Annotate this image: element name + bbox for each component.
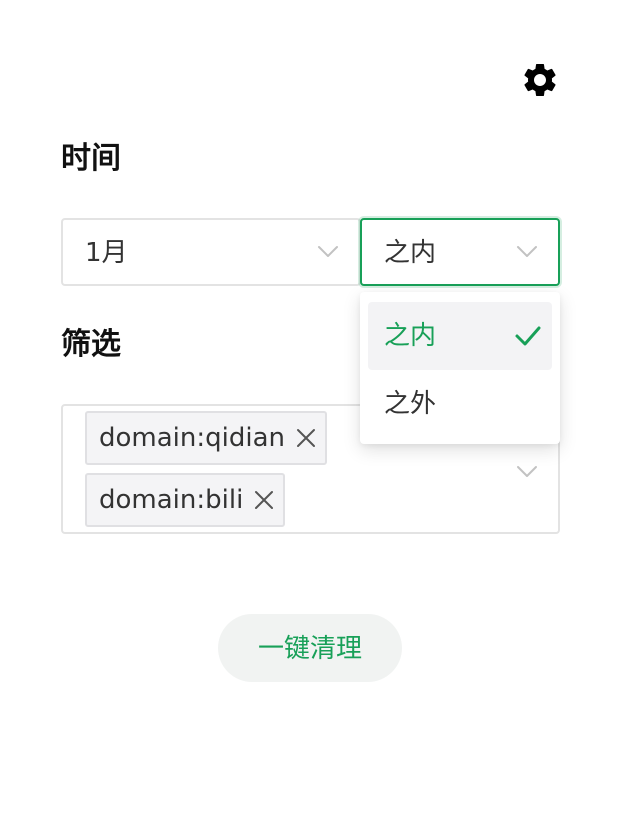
filter-tag-label: domain:qidian [99, 423, 285, 453]
gear-icon[interactable] [520, 60, 560, 100]
close-icon[interactable] [253, 489, 275, 511]
range-option-inside[interactable]: 之内 [368, 302, 552, 370]
check-icon [514, 324, 542, 348]
range-option-label: 之外 [384, 389, 437, 419]
filter-tag: domain:bili [85, 473, 286, 527]
settings-panel: 时间 1月 之内 筛选 domain:qidian domain:bili 之内… [0, 0, 620, 820]
range-select[interactable]: 之内 [360, 218, 560, 286]
range-option-outside[interactable]: 之外 [368, 370, 552, 438]
month-select-value: 1月 [85, 238, 128, 268]
range-dropdown-menu: 之内 之外 [360, 292, 560, 444]
filter-tag: domain:qidian [85, 411, 327, 465]
month-select[interactable]: 1月 [61, 218, 361, 286]
chevron-down-icon[interactable] [516, 464, 538, 478]
filter-section-title: 筛选 [61, 327, 121, 362]
chevron-down-icon [516, 244, 538, 258]
close-icon[interactable] [295, 427, 317, 449]
chevron-down-icon [317, 244, 339, 258]
clean-button[interactable]: 一键清理 [218, 614, 402, 682]
range-option-label: 之内 [384, 321, 437, 351]
filter-tag-label: domain:bili [99, 485, 244, 515]
range-select-value: 之内 [384, 238, 437, 268]
time-section-title: 时间 [61, 141, 121, 176]
